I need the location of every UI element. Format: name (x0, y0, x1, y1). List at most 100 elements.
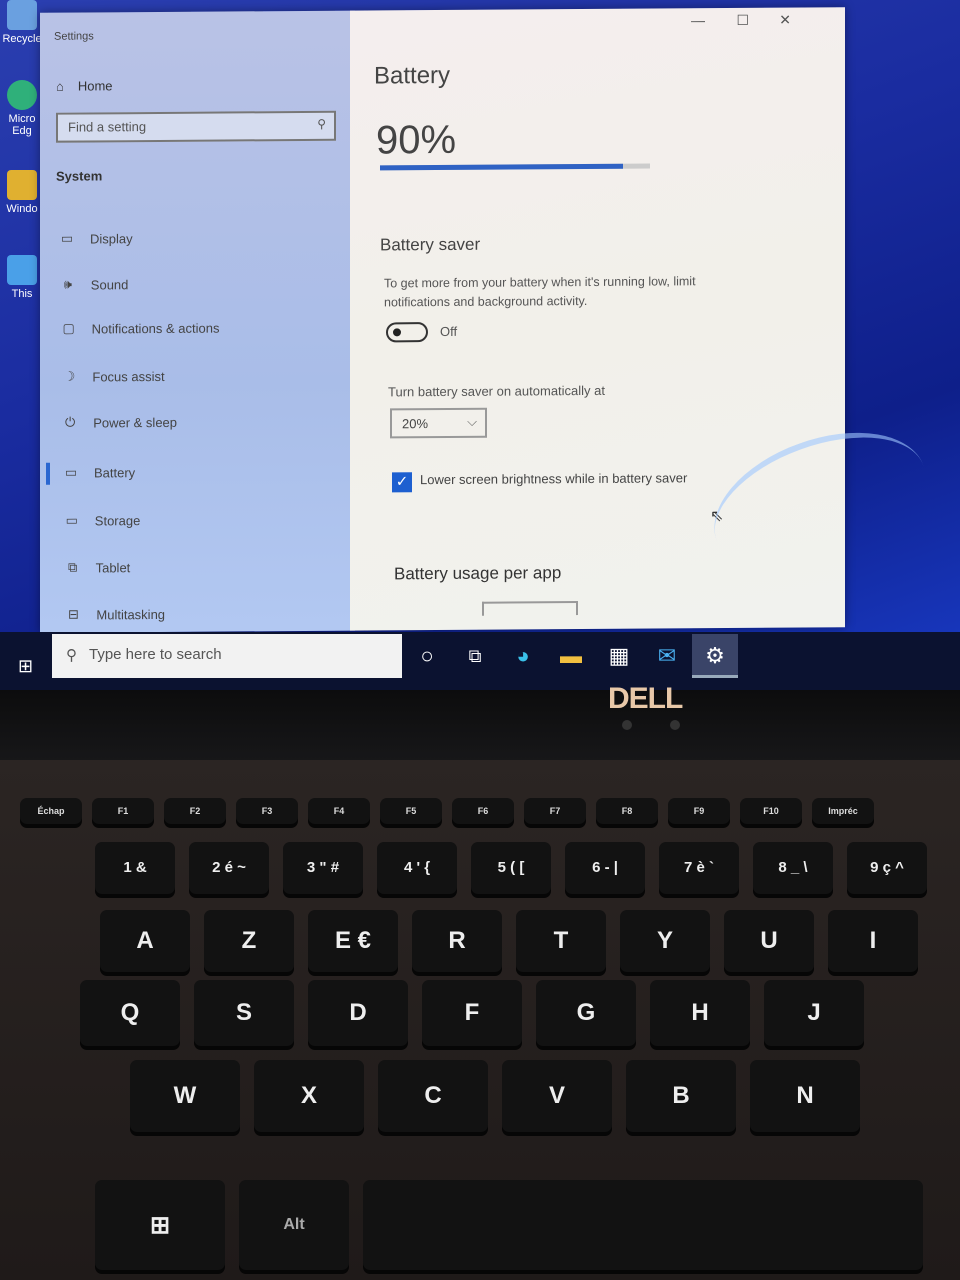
search-icon: ⚲ (66, 647, 77, 664)
lower-brightness-checkbox[interactable]: ✓ (392, 472, 412, 493)
sidebar-item-power-sleep[interactable]: ⏻ Power & sleep (61, 414, 177, 431)
key[interactable]: F10 (740, 798, 802, 824)
key[interactable]: Échap (20, 798, 82, 824)
key[interactable]: 5 ( [ (471, 842, 551, 894)
key[interactable]: F4 (308, 798, 370, 824)
dell-logo: DELL (608, 682, 683, 715)
nav-icon: ▭ (64, 464, 78, 480)
desktop-icon-windows[interactable]: Windo (0, 170, 44, 215)
key[interactable]: F3 (236, 798, 298, 824)
sidebar-item-multitasking[interactable]: ⊟ Multitasking (64, 606, 165, 623)
key[interactable]: T (516, 910, 606, 972)
window-title: Settings (54, 30, 94, 43)
nav-icon: ▭ (60, 230, 74, 246)
usage-dropdown[interactable] (482, 601, 578, 616)
toggle-state: Off (440, 323, 458, 340)
battery-saver-toggle[interactable] (386, 322, 428, 343)
mail-icon[interactable]: ✉ (644, 634, 690, 678)
maximize-button[interactable]: ☐ (736, 12, 749, 29)
key[interactable]: R (412, 910, 502, 972)
key[interactable]: ⊞ (95, 1180, 225, 1270)
store-icon[interactable]: ▦ (596, 634, 642, 678)
key[interactable]: G (536, 980, 636, 1046)
key[interactable]: F (422, 980, 522, 1046)
key[interactable]: Alt (239, 1180, 349, 1270)
home-label: Home (77, 78, 113, 94)
keyboard-row-row4: ⊞ Alt (95, 1180, 923, 1270)
cortana-icon[interactable]: ○ (404, 634, 450, 678)
key[interactable]: F5 (380, 798, 442, 824)
sidebar-home[interactable]: ⌂ Home (56, 78, 113, 93)
mouse-cursor-icon: ⇖ (710, 508, 724, 526)
key[interactable]: 2 é ~ (189, 842, 269, 894)
key[interactable]: X (254, 1060, 364, 1132)
settings-icon[interactable]: ⚙ (692, 634, 738, 678)
battery-saver-heading: Battery saver (380, 234, 481, 255)
key[interactable]: 9 ç ^ (847, 842, 927, 894)
key[interactable]: D (308, 980, 408, 1046)
desktop-icon-edge[interactable]: Micro Edg (0, 80, 44, 137)
key[interactable]: 8 _ \ (753, 842, 833, 894)
sidebar: Settings ⌂ Home Find a setting ⚲ System ▭ D… (40, 10, 363, 633)
desktop: Recycle Micro Edg Windo This Settings ⌂ H… (0, 0, 960, 700)
key[interactable]: Impréc (812, 798, 874, 824)
key[interactable]: I (828, 910, 918, 972)
minimize-button[interactable]: — (691, 12, 705, 28)
sidebar-item-storage[interactable]: ▭ Storage (63, 512, 141, 529)
page-title: Battery (374, 61, 451, 90)
key[interactable]: U (724, 910, 814, 972)
key[interactable]: N (750, 1060, 860, 1132)
key[interactable]: 1 & (95, 842, 175, 894)
dropdown-value: 20% (402, 416, 429, 432)
battery-page: — ☐ ✕ Battery 90% Battery saver To get m… (350, 7, 845, 631)
sidebar-item-label: Storage (94, 512, 141, 528)
auto-saver-label: Turn battery saver on automatically at (388, 382, 606, 400)
key[interactable]: Q (80, 980, 180, 1046)
key[interactable]: 3 " # (283, 842, 363, 894)
sidebar-item-sound[interactable]: 🕪 Sound (59, 276, 129, 292)
key[interactable]: A (100, 910, 190, 972)
find-setting-input[interactable]: Find a setting ⚲ (56, 110, 336, 143)
key[interactable]: 6 - | (565, 842, 645, 894)
key[interactable]: F2 (164, 798, 226, 824)
key[interactable]: W (130, 1060, 240, 1132)
keyboard-row-row3: WXCVBN (130, 1060, 860, 1132)
sidebar-item-tablet[interactable]: ⧉ Tablet (64, 559, 130, 575)
key[interactable]: B (626, 1060, 736, 1132)
taskbar-search[interactable]: ⚲ Type here to search (52, 634, 402, 678)
file-explorer-icon[interactable]: ▬ (548, 634, 594, 678)
key[interactable]: F8 (596, 798, 658, 824)
sidebar-item-display[interactable]: ▭ Display (58, 230, 133, 247)
key[interactable]: F6 (452, 798, 514, 824)
key[interactable]: Z (204, 910, 294, 972)
task-view-icon[interactable]: ⧉ (452, 634, 498, 678)
lower-brightness-label: Lower screen brightness while in battery… (420, 470, 688, 488)
sidebar-item-notifications-actions[interactable]: ▢ Notifications & actions (60, 320, 219, 337)
start-button[interactable]: ⊞ (18, 656, 33, 677)
spacebar[interactable] (363, 1180, 923, 1270)
key[interactable]: J (764, 980, 864, 1046)
desktop-icon-recycle-bin[interactable]: Recycle (0, 0, 44, 45)
settings-window: Settings ⌂ Home Find a setting ⚲ System ▭ D… (40, 7, 845, 633)
key[interactable]: H (650, 980, 750, 1046)
key[interactable]: F1 (92, 798, 154, 824)
close-button[interactable]: ✕ (779, 12, 791, 29)
key[interactable]: S (194, 980, 294, 1046)
nav-icon: ☽ (63, 368, 76, 384)
auto-saver-dropdown[interactable]: 20% ⌵ (390, 407, 487, 439)
desktop-icon-label: This (11, 288, 33, 300)
sidebar-item-focus-assist[interactable]: ☽ Focus assist (60, 368, 165, 385)
key[interactable]: F9 (668, 798, 730, 824)
sidebar-item-battery[interactable]: ▭ Battery (62, 464, 135, 481)
key[interactable]: C (378, 1060, 488, 1132)
key[interactable]: F7 (524, 798, 586, 824)
sidebar-item-label: Display (90, 230, 133, 246)
key[interactable]: Y (620, 910, 710, 972)
webcam-icon (622, 720, 632, 730)
key[interactable]: V (502, 1060, 612, 1132)
key[interactable]: 7 è ` (659, 842, 739, 894)
key[interactable]: E € (308, 910, 398, 972)
key[interactable]: 4 ' { (377, 842, 457, 894)
edge-icon[interactable]: ◕ (500, 634, 546, 678)
desktop-icon-this-pc[interactable]: This (0, 255, 44, 300)
